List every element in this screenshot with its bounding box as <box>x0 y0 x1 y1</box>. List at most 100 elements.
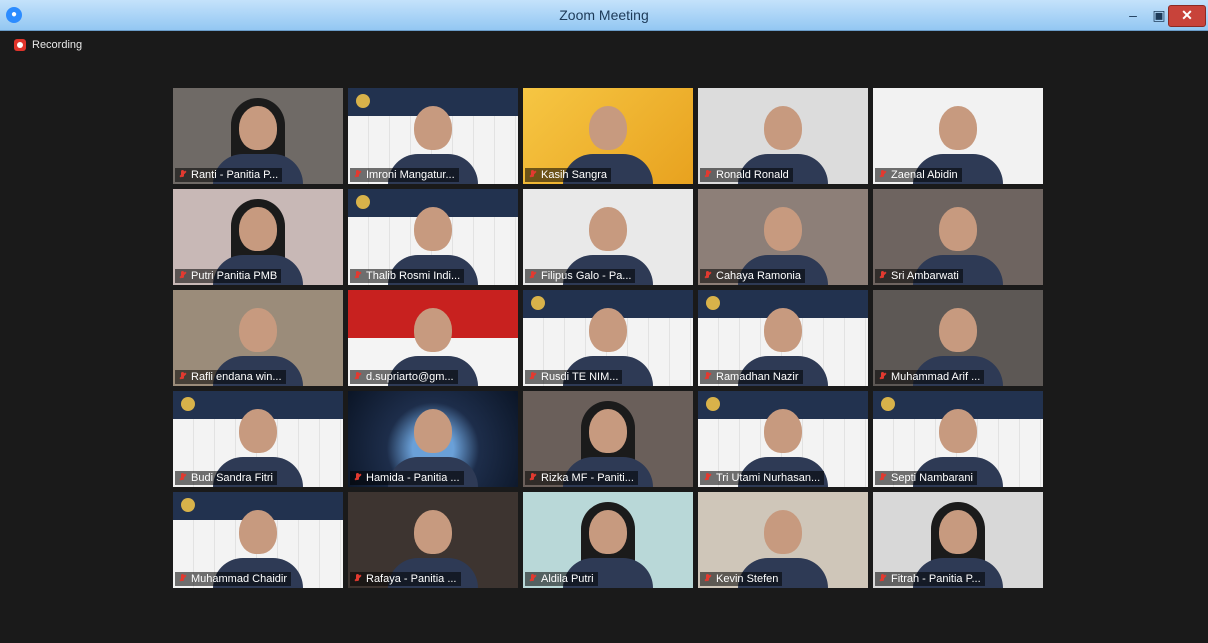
mic-muted-icon <box>179 170 186 180</box>
participant-face <box>239 409 277 453</box>
participant-name: Rafaya - Panitia ... <box>366 573 457 585</box>
mic-muted-icon <box>704 372 711 382</box>
mic-muted-icon <box>354 271 361 281</box>
mic-muted-icon <box>704 170 711 180</box>
title-bar: ● Zoom Meeting – ▣ ✕ <box>0 0 1208 31</box>
mic-muted-icon <box>529 473 536 483</box>
participant-name-label: Tri Utami Nurhasan... <box>700 471 825 485</box>
participant-tile[interactable]: Rafli endana win... <box>173 290 343 386</box>
participant-tile[interactable]: d.supriarto@gm... <box>348 290 518 386</box>
mic-muted-icon <box>354 170 361 180</box>
participant-tile[interactable]: Kevin Stefen <box>698 492 868 588</box>
participant-tile[interactable]: Aldila Putri <box>523 492 693 588</box>
participant-face <box>764 106 802 150</box>
participant-name: Aldila Putri <box>541 573 594 585</box>
mic-muted-icon <box>179 271 186 281</box>
participant-face <box>764 409 802 453</box>
participant-tile[interactable]: Muhammad Chaidir <box>173 492 343 588</box>
participant-tile[interactable]: Cahaya Ramonia <box>698 189 868 285</box>
mic-muted-icon <box>704 271 711 281</box>
participant-tile[interactable]: Sri Ambarwati <box>873 189 1043 285</box>
participant-tile[interactable]: Ronald Ronald <box>698 88 868 184</box>
participant-tile[interactable]: Ranti - Panitia P... <box>173 88 343 184</box>
participant-face <box>589 510 627 554</box>
recording-label: Recording <box>32 39 83 51</box>
mic-muted-icon <box>529 170 536 180</box>
participant-name-label: Septi Nambarani <box>875 471 977 485</box>
close-button[interactable]: ✕ <box>1168 5 1206 27</box>
participant-name: Septi Nambarani <box>891 472 973 484</box>
mic-muted-icon <box>879 574 886 584</box>
participant-tile[interactable]: Septi Nambarani <box>873 391 1043 487</box>
participant-name-label: Thalib Rosmi Indi... <box>350 269 465 283</box>
mic-muted-icon <box>354 473 361 483</box>
participant-name-label: Kevin Stefen <box>700 572 783 586</box>
participant-name: Kasih Sangra <box>541 169 608 181</box>
participant-tile[interactable]: Ramadhan Nazir <box>698 290 868 386</box>
participant-name-label: Aldila Putri <box>525 572 598 586</box>
participant-tile[interactable]: Zaenal Abidin <box>873 88 1043 184</box>
participant-name: Zaenal Abidin <box>891 169 958 181</box>
participant-face <box>414 106 452 150</box>
mic-muted-icon <box>704 473 711 483</box>
participant-name-label: Zaenal Abidin <box>875 168 962 182</box>
participant-name: Ramadhan Nazir <box>716 371 799 383</box>
participant-face <box>239 510 277 554</box>
participant-tile[interactable]: Tri Utami Nurhasan... <box>698 391 868 487</box>
participant-face <box>414 207 452 251</box>
participant-name-label: Ramadhan Nazir <box>700 370 803 384</box>
participant-face <box>239 308 277 352</box>
participant-tile[interactable]: Putri Panitia PMB <box>173 189 343 285</box>
participant-tile[interactable]: Hamida - Panitia ... <box>348 391 518 487</box>
participant-name-label: Sri Ambarwati <box>875 269 963 283</box>
participant-name: Kevin Stefen <box>716 573 779 585</box>
participant-face <box>239 207 277 251</box>
participant-tile[interactable]: Kasih Sangra <box>523 88 693 184</box>
participant-face <box>939 207 977 251</box>
participant-name-label: Rafli endana win... <box>175 370 286 384</box>
participant-tile[interactable]: Fitrah - Panitia P... <box>873 492 1043 588</box>
mic-muted-icon <box>529 271 536 281</box>
participant-face <box>414 510 452 554</box>
participant-name-label: Rusdi TE NIM... <box>525 370 623 384</box>
mic-muted-icon <box>179 574 186 584</box>
participant-face <box>764 308 802 352</box>
participant-name: Muhammad Arif ... <box>891 371 981 383</box>
mic-muted-icon <box>529 372 536 382</box>
participant-name: Muhammad Chaidir <box>191 573 287 585</box>
participant-face <box>939 510 977 554</box>
participant-name: Ranti - Panitia P... <box>191 169 279 181</box>
participant-name-label: Kasih Sangra <box>525 168 612 182</box>
participant-face <box>414 308 452 352</box>
recording-indicator[interactable]: Recording <box>14 36 82 54</box>
participant-tile[interactable]: Budi Sandra Fitri <box>173 391 343 487</box>
participant-name-label: Budi Sandra Fitri <box>175 471 277 485</box>
participant-name: Sri Ambarwati <box>891 270 959 282</box>
participant-face <box>939 308 977 352</box>
gallery-grid: Ranti - Panitia P... Imroni Mangatur... Ka… <box>173 88 1043 588</box>
participant-tile[interactable]: Rusdi TE NIM... <box>523 290 693 386</box>
participant-tile[interactable]: Rizka MF - Paniti... <box>523 391 693 487</box>
participant-tile[interactable]: Filipus Galo - Pa... <box>523 189 693 285</box>
participant-name: Rafli endana win... <box>191 371 282 383</box>
participant-name-label: Cahaya Ramonia <box>700 269 805 283</box>
participant-tile[interactable]: Rafaya - Panitia ... <box>348 492 518 588</box>
mic-muted-icon <box>529 574 536 584</box>
participant-face <box>589 308 627 352</box>
participant-tile[interactable]: Thalib Rosmi Indi... <box>348 189 518 285</box>
participant-face <box>239 106 277 150</box>
participant-face <box>764 510 802 554</box>
participant-name: Imroni Mangatur... <box>366 169 455 181</box>
participant-name-label: Rizka MF - Paniti... <box>525 471 638 485</box>
participant-name: Ronald Ronald <box>716 169 789 181</box>
participant-face <box>764 207 802 251</box>
participant-name-label: Putri Panitia PMB <box>175 269 282 283</box>
participant-name-label: Muhammad Chaidir <box>175 572 291 586</box>
participant-tile[interactable]: Imroni Mangatur... <box>348 88 518 184</box>
participant-name-label: Muhammad Arif ... <box>875 370 985 384</box>
mic-muted-icon <box>179 372 186 382</box>
minimize-button[interactable]: – <box>1121 6 1145 24</box>
participant-tile[interactable]: Muhammad Arif ... <box>873 290 1043 386</box>
participant-name: Rusdi TE NIM... <box>541 371 619 383</box>
participant-name: Budi Sandra Fitri <box>191 472 273 484</box>
